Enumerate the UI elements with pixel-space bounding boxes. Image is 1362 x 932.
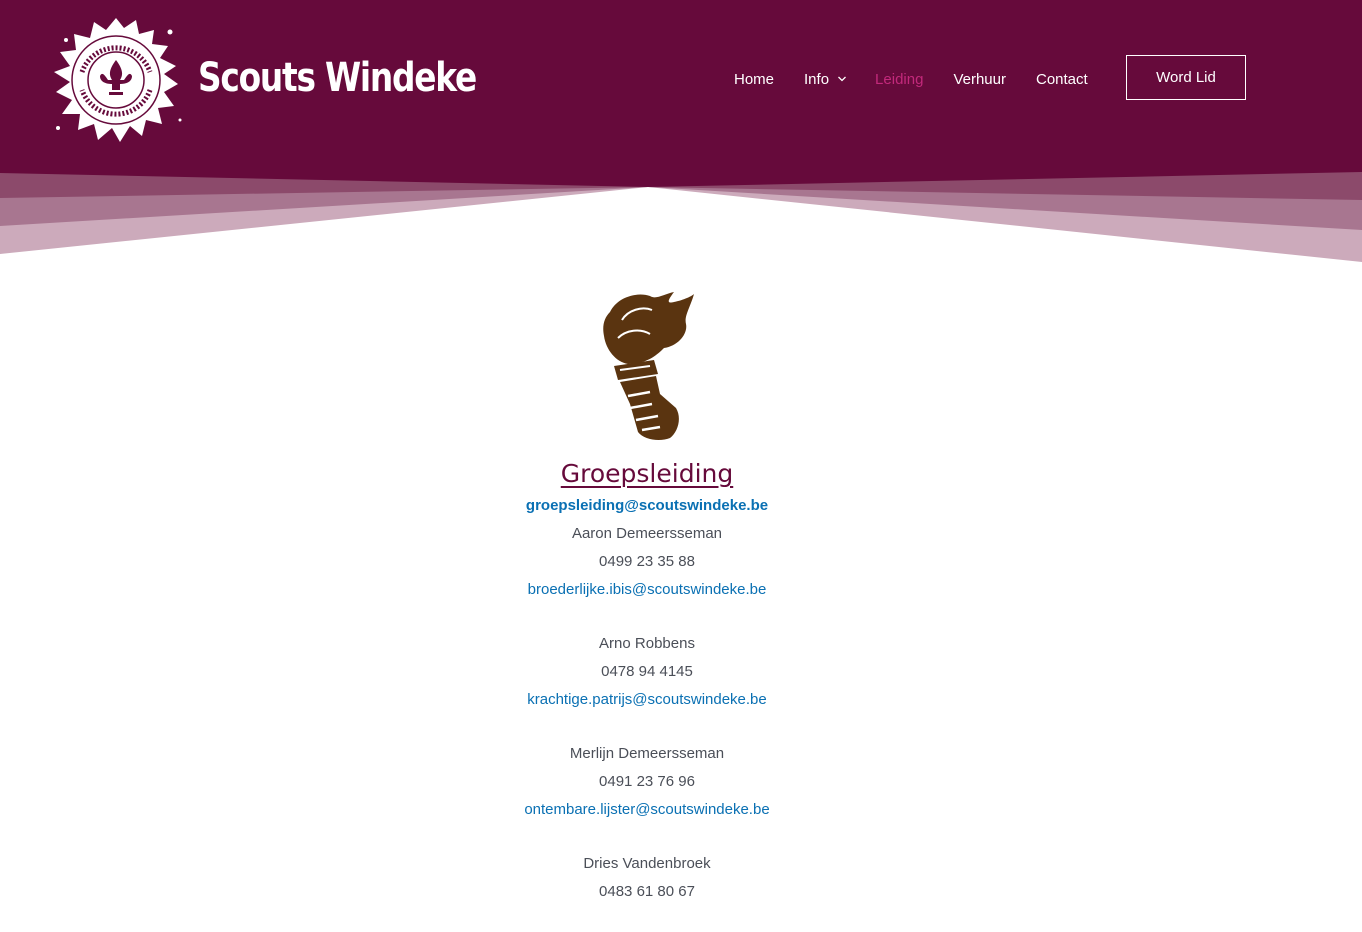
leader-name: Merlijn Demeersseman <box>569 745 725 762</box>
groepsleiding-section: Groepsleiding groepsleiding@scoutswindek… <box>447 458 847 932</box>
nav-item-label: Verhuur <box>953 70 1006 88</box>
leader-card: Aaron Demeersseman 0499 23 35 88 broeder… <box>447 520 847 604</box>
word-lid-button[interactable]: Word Lid <box>1126 55 1246 100</box>
leader-name: Aaron Demeersseman <box>571 525 723 542</box>
torch-icon <box>603 292 694 440</box>
header-background <box>0 0 1362 262</box>
main-nav: Home Info Leiding Verhuur Contact <box>734 66 1088 92</box>
leader-phone: 0499 23 35 88 <box>599 553 695 570</box>
leader-card: Merlijn Demeersseman 0491 23 76 96 ontem… <box>447 740 847 824</box>
nav-item-leiding[interactable]: Leiding <box>875 71 923 88</box>
site-title[interactable]: Scouts Windeke <box>198 50 477 106</box>
nav-item-label: Home <box>734 70 775 88</box>
nav-item-contact[interactable]: Contact <box>1036 71 1088 88</box>
leader-name: Dries Vandenbroek <box>583 855 711 872</box>
nav-item-info[interactable]: Info <box>804 71 847 88</box>
nav-item-label: Leiding <box>875 70 924 88</box>
leader-phone: 0483 61 80 67 <box>599 883 695 900</box>
chevron-down-icon <box>838 76 847 82</box>
leader-phone: 0478 94 4145 <box>601 663 693 680</box>
leader-phone: 0491 23 76 96 <box>599 773 695 790</box>
leader-email-link[interactable]: krachtige.patrijs@scoutswindeke.be <box>447 686 847 714</box>
leader-name: Arno Robbens <box>599 635 695 652</box>
site-header: Scouts Windeke Home Info Leiding Verhuur… <box>0 0 1362 270</box>
nav-item-verhuur[interactable]: Verhuur <box>953 71 1006 88</box>
leader-email-link[interactable]: ontembare.lijster@scoutswindeke.be <box>447 796 847 824</box>
nav-item-label: Contact <box>1035 70 1088 88</box>
scouts-logo[interactable] <box>46 10 186 150</box>
group-email-link[interactable]: groepsleiding@scoutswindeke.be <box>447 492 847 520</box>
nav-item-home[interactable]: Home <box>734 71 774 88</box>
section-title[interactable]: Groepsleiding <box>447 458 847 490</box>
leader-card: Dries Vandenbroek 0483 61 80 67 <box>447 850 847 906</box>
leader-card: Arno Robbens 0478 94 4145 krachtige.patr… <box>447 630 847 714</box>
nav-item-label: Info <box>804 70 830 88</box>
leader-email-link[interactable]: broederlijke.ibis@scoutswindeke.be <box>447 576 847 604</box>
